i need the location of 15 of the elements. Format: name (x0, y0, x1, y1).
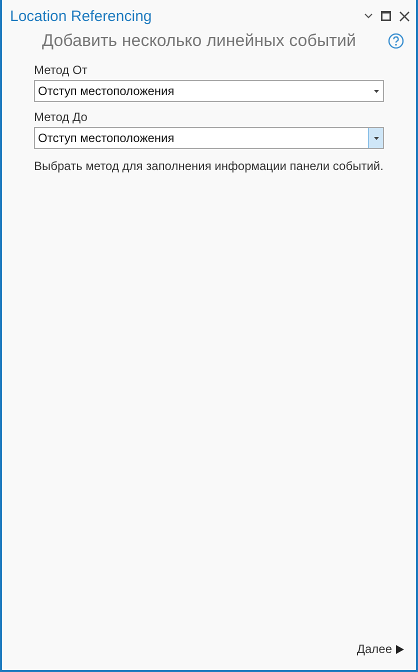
method-dropdown[interactable]: Отступ местоположения (34, 80, 384, 102)
play-arrow-icon (396, 644, 404, 654)
panel-heading: Добавить несколько линейных событий (42, 31, 357, 51)
help-icon[interactable] (388, 33, 404, 49)
dropdown-arrow-icon (374, 90, 378, 92)
field-label: Метод До (34, 110, 88, 124)
close-icon[interactable] (399, 10, 410, 22)
dropdown-arrow-icon (374, 136, 378, 140)
next-button[interactable]: Далее (356, 642, 404, 656)
window-title: Location Referencing (10, 8, 153, 24)
hint-text: Выбрать метод для заполнения информации панели событий. (34, 159, 384, 173)
method-dropdown[interactable]: Отступ местоположения (34, 127, 384, 149)
maximize-icon[interactable] (381, 11, 391, 21)
field-label: Метод От (34, 63, 88, 77)
chevron-down-icon[interactable] (364, 13, 373, 19)
